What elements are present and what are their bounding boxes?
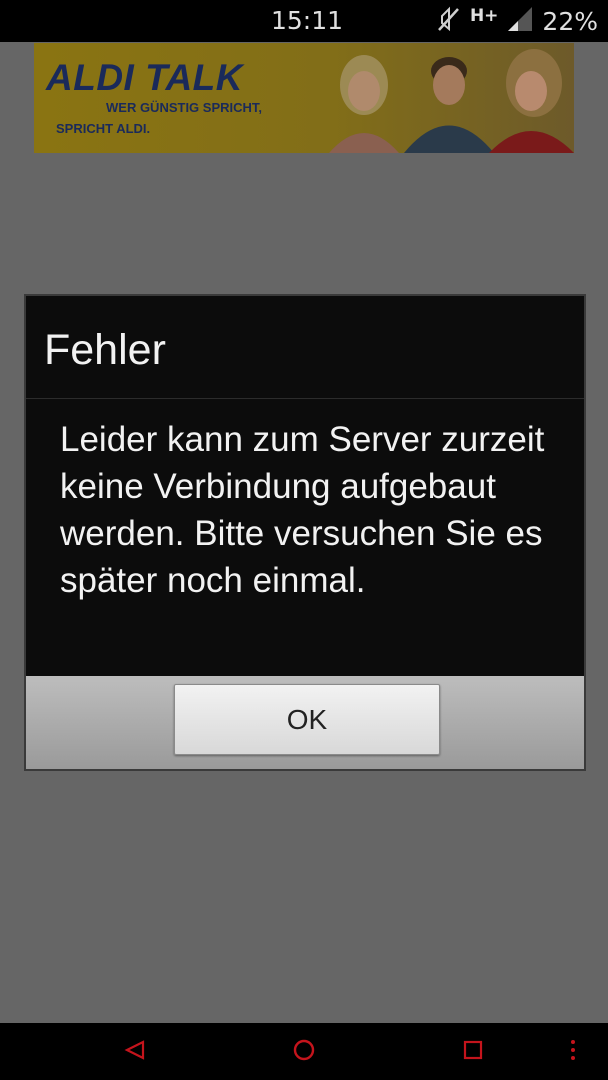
mute-icon	[436, 5, 462, 37]
recents-icon	[461, 1038, 485, 1066]
dialog-title: Fehler	[44, 326, 166, 374]
banner-title: ALDI TALK	[46, 57, 243, 98]
home-icon	[291, 1037, 317, 1067]
recents-button[interactable]	[443, 1023, 503, 1080]
banner-people-image	[329, 49, 574, 153]
battery-percentage: 22%	[542, 6, 598, 36]
status-time: 15:11	[271, 6, 344, 35]
network-type-label: H+	[469, 6, 499, 26]
menu-button[interactable]	[558, 1023, 588, 1080]
dialog-message: Leider kann zum Server zurzeit keine Ver…	[60, 420, 545, 600]
dialog-button-bar: OK	[26, 676, 584, 769]
navigation-bar	[0, 1023, 608, 1080]
ad-banner[interactable]: ALDI TALK WER GÜNSTIG SPRICHT, SPRICHT A…	[34, 43, 574, 153]
signal-icon	[506, 5, 534, 37]
menu-icon	[568, 1038, 578, 1066]
ok-button[interactable]: OK	[174, 684, 440, 755]
error-dialog: Fehler Leider kann zum Server zurzeit ke…	[24, 294, 586, 771]
home-button[interactable]	[274, 1023, 334, 1080]
back-icon	[123, 1038, 147, 1066]
back-button[interactable]	[105, 1023, 165, 1080]
banner-tagline-line1: WER GÜNSTIG SPRICHT,	[106, 100, 263, 115]
status-icons: H+ 22%	[436, 4, 598, 38]
dialog-divider	[26, 398, 584, 399]
status-bar: 15:11 H+ 22%	[0, 0, 608, 42]
banner-tagline-line2: SPRICHT ALDI.	[56, 121, 151, 136]
